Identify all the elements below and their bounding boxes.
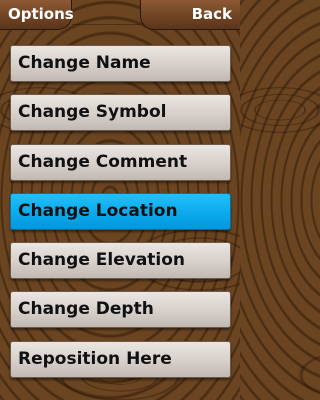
top-bar: Options Back [0,0,240,34]
change-location-button[interactable]: Change Location [10,192,231,230]
change-name-button[interactable]: Change Name [10,45,231,82]
change-elevation-button[interactable]: Change Elevation [10,242,231,280]
top-bar-divider [72,6,140,25]
change-comment-button[interactable]: Change Comment [10,143,231,181]
change-symbol-button[interactable]: Change Symbol [10,94,231,132]
change-depth-button[interactable]: Change Depth [10,291,231,329]
options-menu: Change Name Change Symbol Change Comment… [10,45,231,390]
options-button[interactable]: Options [0,0,74,30]
reposition-here-button[interactable]: Reposition Here [10,340,231,378]
back-button[interactable]: Back [140,0,240,30]
